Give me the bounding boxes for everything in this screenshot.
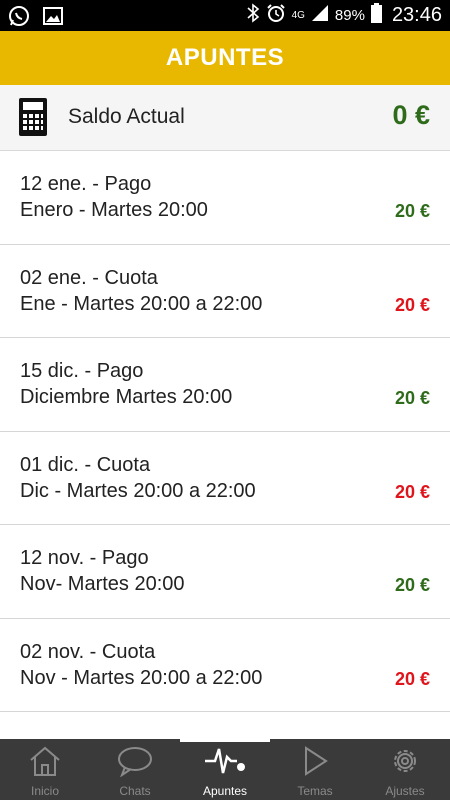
entry-title: 01 dic. - Cuota [20, 453, 151, 476]
tab-label: Inicio [30, 784, 59, 798]
tab-label: Ajustes [385, 784, 425, 798]
signal-icon [311, 4, 329, 27]
entry-amount: 20 € [394, 294, 430, 315]
entry-description: Dic - Martes 20:00 a 22:00 [20, 479, 256, 502]
entry-description: Nov- Martes 20:00 [20, 573, 185, 595]
app-bar: APUNTES [0, 31, 450, 85]
tab-label: Apuntes [202, 784, 248, 798]
image-icon [42, 5, 64, 32]
entry-title: 02 ene. - Cuota [20, 266, 158, 289]
status-bar: 4G 89% 23:46 [0, 0, 450, 31]
alarm-icon [266, 3, 286, 28]
tab-apuntes[interactable]: Apuntes [180, 739, 270, 800]
play-icon [300, 745, 330, 782]
tab-inicio[interactable]: Inicio [0, 739, 90, 800]
clock: 23:46 [391, 4, 442, 26]
tab-ajustes[interactable]: Ajustes [360, 739, 450, 800]
entry-title: 02 nov. - Cuota [20, 640, 156, 663]
entry-title: 12 ene. - Pago [20, 173, 152, 195]
list-item[interactable]: 02 ene. - Cuota Ene - Martes 20:00 a 22:… [0, 245, 450, 338]
bottom-nav: Inicio Chats Apuntes Temas Ajustes [0, 739, 450, 800]
list-item[interactable]: 01 dic. - Cuota Dic - Martes 20:00 a 22:… [0, 432, 450, 525]
entry-amount: 20 € [394, 481, 430, 502]
entry-amount: 20 € [394, 575, 430, 595]
tab-label: Temas [297, 784, 333, 798]
entry-description: Enero - Martes 20:00 [20, 199, 208, 221]
tab-temas[interactable]: Temas [270, 739, 360, 800]
list-item[interactable]: 02 nov. - Cuota Nov - Martes 20:00 a 22:… [0, 619, 450, 712]
entry-amount: 20 € [394, 201, 430, 221]
list-item[interactable]: 12 nov. - Pago Nov- Martes 20:00 20 € [0, 525, 450, 619]
entry-description: Nov - Martes 20:00 a 22:00 [20, 666, 263, 689]
tab-label: Chats [119, 784, 151, 798]
entries-list: 12 ene. - Pago Enero - Martes 20:00 20 €… [0, 151, 450, 712]
balance-label: Saldo Actual [68, 105, 185, 128]
balance-row: Saldo Actual 0 € [0, 85, 450, 151]
gear-icon [388, 745, 422, 782]
entry-title: 12 nov. - Pago [20, 547, 149, 569]
balance-amount: 0 € [392, 100, 430, 130]
bluetooth-icon [246, 3, 260, 28]
whatsapp-icon [8, 5, 30, 32]
tab-chats[interactable]: Chats [90, 739, 180, 800]
list-item[interactable]: 12 ene. - Pago Enero - Martes 20:00 20 € [0, 151, 450, 245]
calculator-icon [18, 97, 48, 142]
entry-description: Ene - Martes 20:00 a 22:00 [20, 292, 263, 315]
entry-description: Diciembre Martes 20:00 [20, 386, 233, 408]
battery-percent: 89% [334, 7, 365, 24]
entry-title: 15 dic. - Pago [20, 360, 144, 382]
list-item[interactable]: 15 dic. - Pago Diciembre Martes 20:00 20… [0, 338, 450, 432]
home-icon [28, 745, 62, 782]
chat-icon [117, 745, 153, 782]
entry-amount: 20 € [394, 668, 430, 689]
page-title: APUNTES [165, 44, 285, 71]
pulse-icon [203, 745, 247, 782]
battery-icon [370, 3, 382, 28]
network-type: 4G [291, 9, 305, 21]
entry-amount: 20 € [394, 388, 430, 408]
